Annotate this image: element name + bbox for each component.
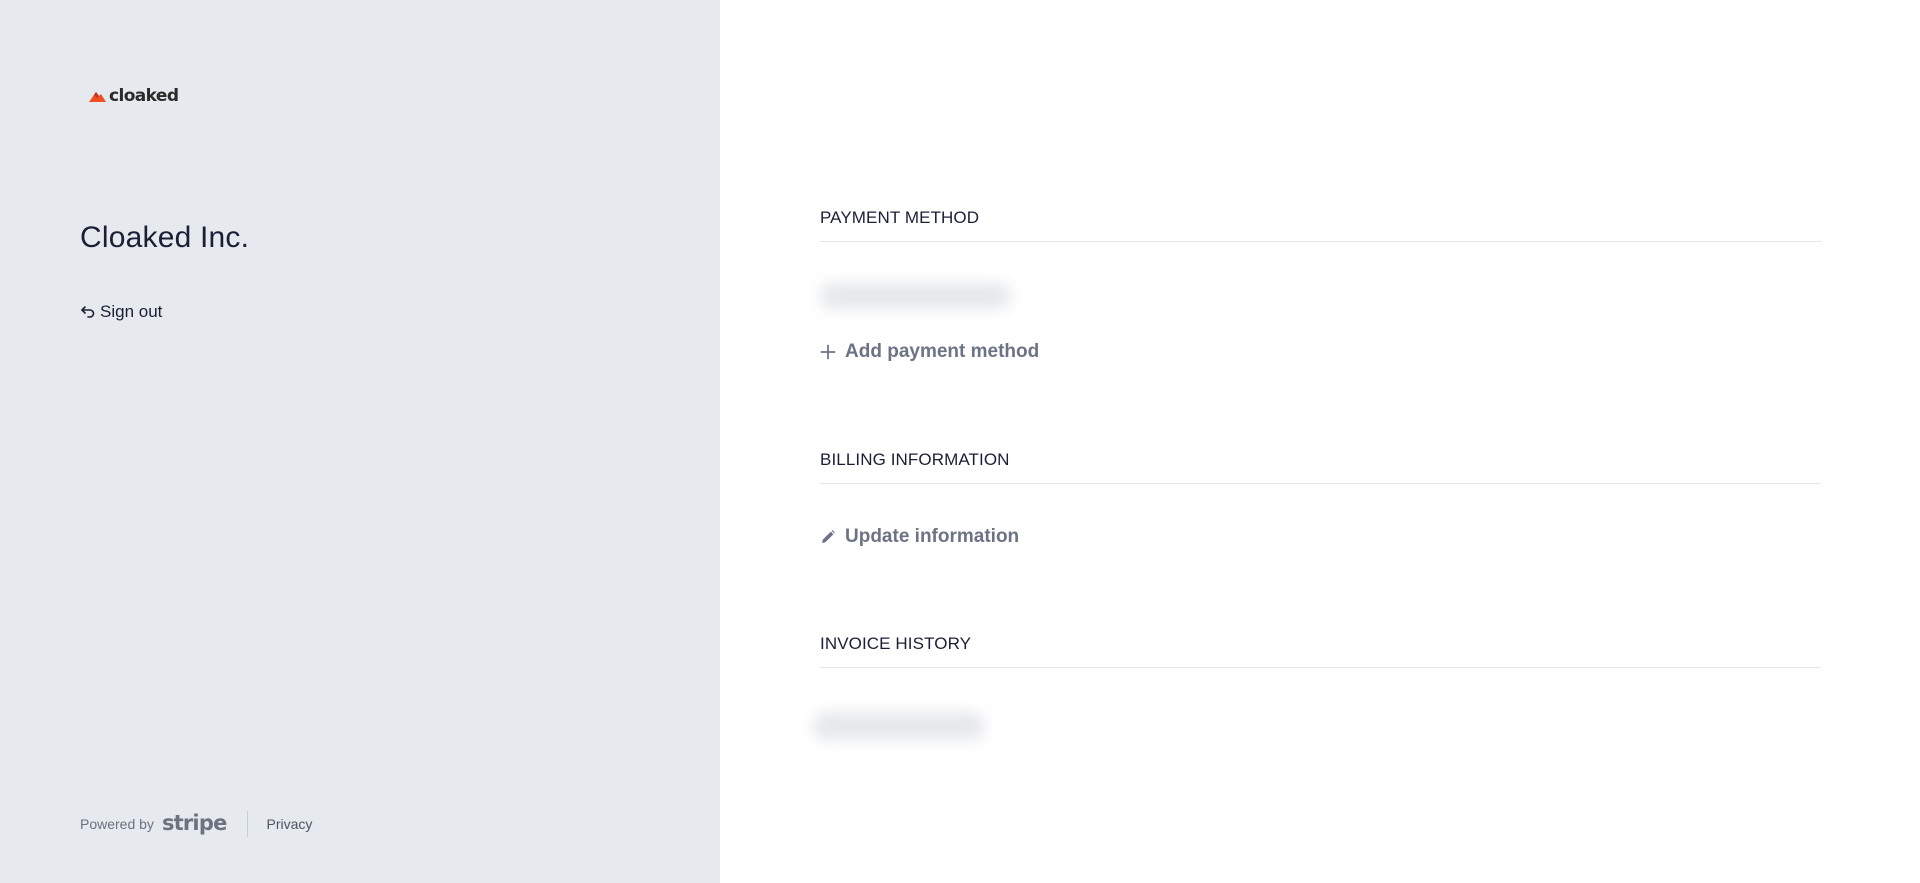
payment-method-title: PAYMENT METHOD [820,208,1821,242]
payment-method-placeholder [820,283,1010,309]
privacy-link[interactable]: Privacy [267,816,313,832]
payment-method-section: PAYMENT METHOD [820,208,1821,242]
sidebar-footer: Powered by stripe Privacy [80,811,312,837]
sign-out-icon [80,304,96,320]
logo-text: cloaked [109,86,179,106]
powered-by-label: Powered by [80,816,154,832]
stripe-logo: stripe [161,811,227,835]
invoice-history-title: INVOICE HISTORY [820,634,1821,668]
cloaked-logo[interactable]: cloaked [89,86,179,106]
add-payment-method-label: Add payment method [845,341,1040,362]
billing-information-section: BILLING INFORMATION [820,450,1821,484]
sidebar: cloaked Cloaked Inc. Sign out Powered by… [0,0,720,883]
main-content: PAYMENT METHOD Add payment method BILLIN… [720,0,1920,883]
add-payment-method-button[interactable]: Add payment method [820,341,1039,363]
update-information-label: Update information [845,526,1020,547]
update-information-button[interactable]: Update information [820,526,1019,548]
invoice-history-section: INVOICE HISTORY [820,634,1821,668]
billing-information-title: BILLING INFORMATION [820,450,1821,484]
plus-icon [820,344,836,360]
powered-by-stripe[interactable]: Powered by stripe [80,811,227,836]
invoice-history-placeholder [814,712,984,740]
footer-divider [246,811,248,837]
sign-out-link[interactable]: Sign out [80,302,162,322]
sign-out-label: Sign out [100,302,163,321]
company-name: Cloaked Inc. [80,221,250,254]
pencil-icon [820,529,836,545]
cloaked-flame-icon [89,89,107,103]
